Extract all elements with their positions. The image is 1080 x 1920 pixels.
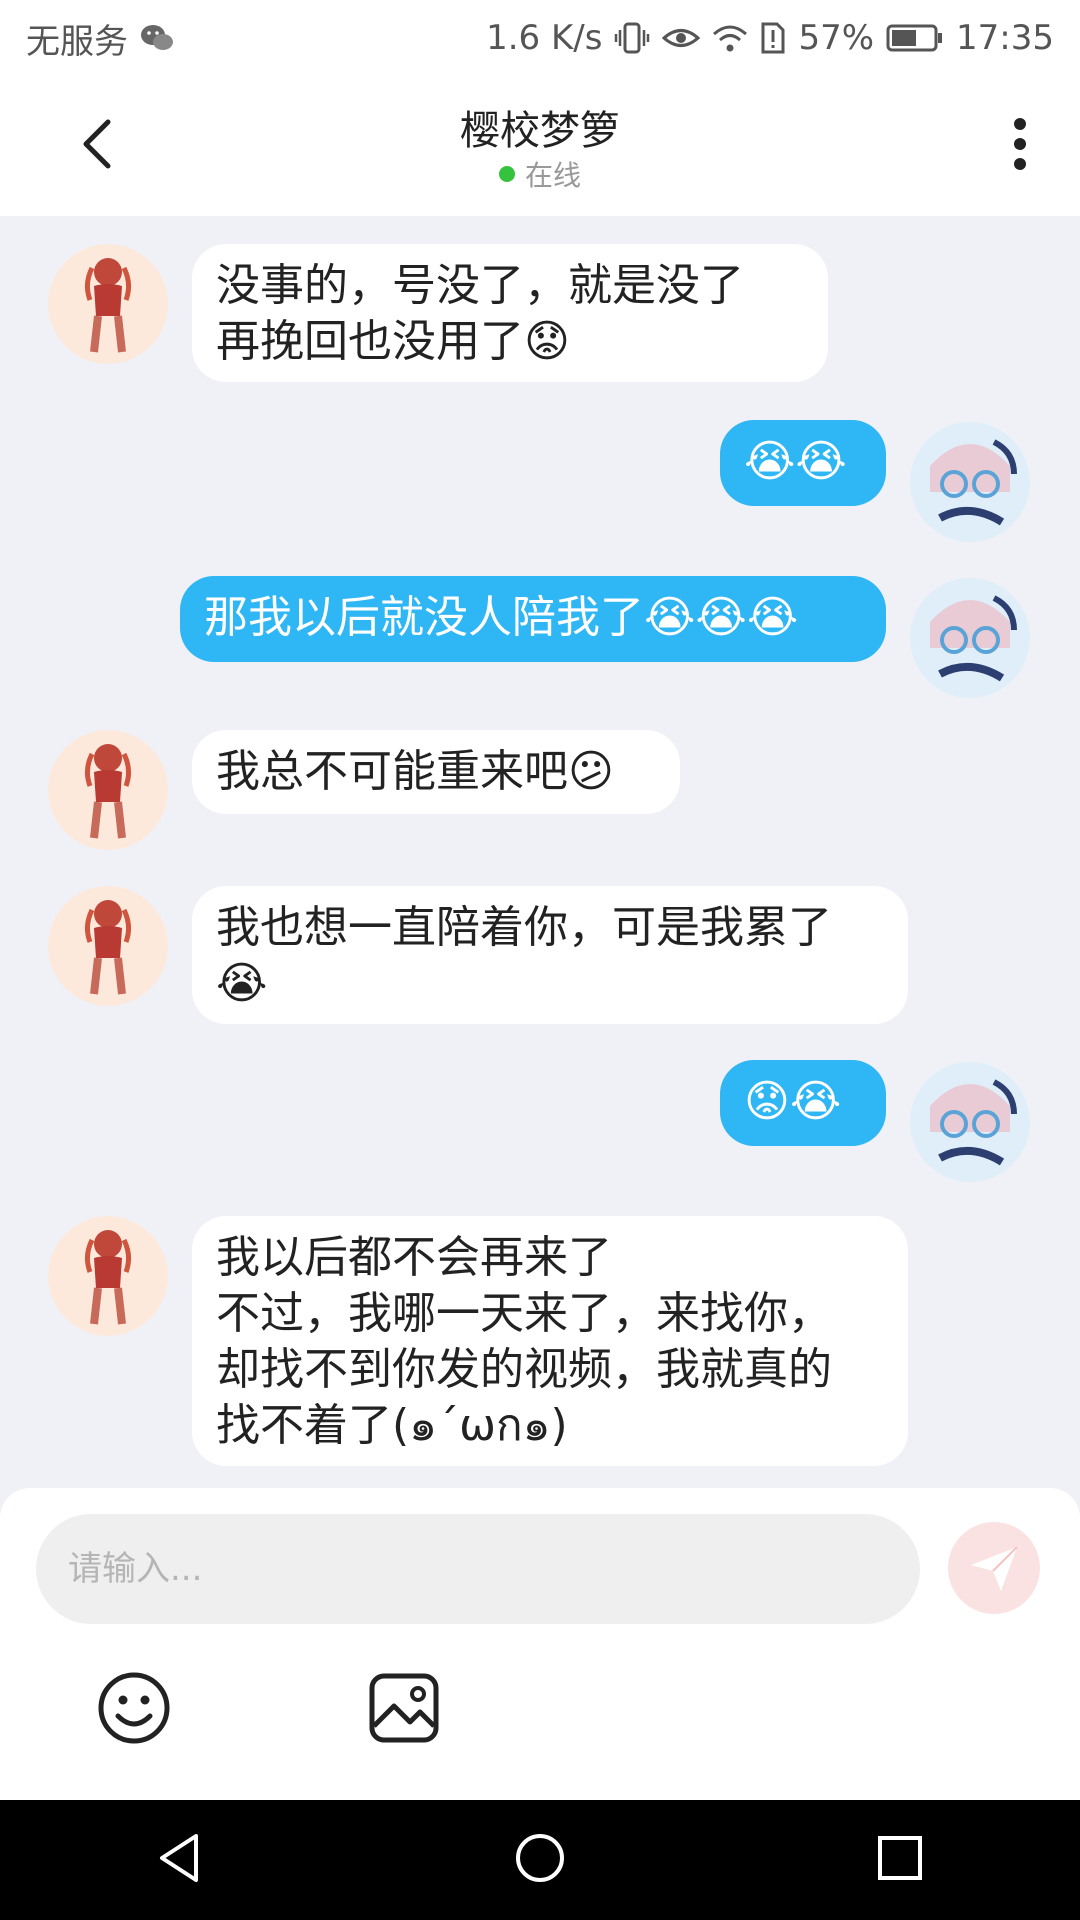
image-button[interactable]: [366, 1670, 442, 1746]
chat-header: 樱校梦箩 在线: [0, 76, 1080, 216]
nav-back-icon: [160, 1834, 198, 1882]
image-icon: [369, 1673, 439, 1743]
online-status-text: 在线: [524, 159, 581, 192]
more-vertical-icon: [1014, 118, 1026, 170]
send-icon: [971, 1546, 1018, 1591]
nav-recent-icon: [878, 1836, 922, 1880]
outgoing-message-bubble[interactable]: 😟😭: [720, 1060, 886, 1146]
outgoing-message-bubble[interactable]: 😭😭: [720, 420, 886, 506]
wechat-icon: [140, 23, 174, 53]
wifi-icon: [712, 22, 748, 54]
online-dot: [498, 166, 515, 182]
network-speed: 1.6 K/s: [486, 18, 603, 58]
more-options-button[interactable]: [990, 114, 1050, 174]
send-button[interactable]: [948, 1522, 1040, 1614]
incoming-message-bubble[interactable]: 我以后都不会再来了 不过，我哪一天来了，来找你， 却找不到你发的视频，我就真的 …: [192, 1216, 908, 1466]
nav-recent-button[interactable]: [872, 1830, 928, 1890]
contact-avatar[interactable]: [48, 1216, 168, 1336]
nav-home-icon: [516, 1834, 564, 1882]
online-status: 在线: [0, 154, 1080, 194]
message-input[interactable]: [36, 1514, 920, 1624]
composer: [0, 1488, 1080, 1800]
incoming-message-bubble[interactable]: 我总不可能重来吧😕: [192, 730, 680, 814]
contact-avatar[interactable]: [48, 730, 168, 850]
nav-back-button[interactable]: [152, 1830, 208, 1890]
system-nav-bar: [0, 1800, 1080, 1920]
carrier-text: 无服务: [26, 21, 128, 62]
battery-percent: 57%: [798, 18, 875, 58]
nav-home-button[interactable]: [512, 1830, 568, 1890]
sim-alert-icon: [760, 21, 786, 55]
contact-avatar[interactable]: [48, 886, 168, 1006]
battery-icon: [886, 23, 944, 53]
vibrate-icon: [614, 20, 650, 56]
incoming-message-bubble[interactable]: 没事的，号没了，就是没了 再挽回也没用了😟: [192, 244, 828, 382]
status-bar: 无服务 1.6 K/s 57% 17:35: [0, 0, 1080, 76]
contact-avatar[interactable]: [48, 244, 168, 364]
my-avatar[interactable]: [910, 578, 1030, 698]
emoji-button[interactable]: [96, 1670, 172, 1746]
clock: 17:35: [956, 18, 1054, 58]
outgoing-message-bubble[interactable]: 那我以后就没人陪我了😭😭😭: [180, 576, 886, 662]
my-avatar[interactable]: [910, 1062, 1030, 1182]
chat-title: 樱校梦箩: [460, 108, 620, 154]
my-avatar[interactable]: [910, 422, 1030, 542]
incoming-message-bubble[interactable]: 我也想一直陪着你，可是我累了 😭: [192, 886, 908, 1024]
emoji-icon: [98, 1672, 170, 1744]
eye-icon: [662, 23, 701, 53]
message-list[interactable]: 没事的，号没了，就是没了 再挽回也没用了😟 😭😭 那我以后就没人陪我了😭😭😭 我…: [0, 216, 1080, 1490]
